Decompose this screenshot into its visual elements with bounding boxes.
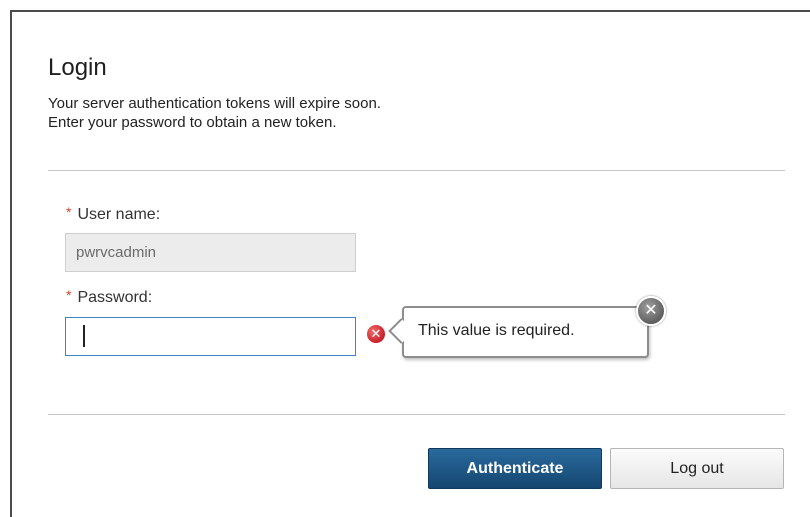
required-mark: * [66,287,72,303]
required-mark: * [66,204,72,220]
close-icon[interactable]: ✕ [636,296,666,326]
divider-top [48,170,785,171]
error-x-icon: ✕ [367,325,385,343]
divider-bottom [48,414,785,415]
validation-message: This value is required. [418,322,575,339]
dialog-message-line-1: Your server authentication tokens will e… [48,95,381,112]
dialog-border-left [10,10,12,517]
text-cursor [83,325,85,347]
dialog-title: Login [48,54,107,81]
dialog-border-top [10,10,810,12]
username-label-text: User name: [77,206,161,223]
password-field[interactable] [65,317,356,356]
username-field[interactable] [65,233,356,272]
dialog-message-line-2: Enter your password to obtain a new toke… [48,114,337,131]
authenticate-button[interactable]: Authenticate [428,448,602,489]
username-label: * User name: [66,204,161,224]
password-label-text: Password: [77,289,153,306]
password-label: * Password: [66,287,153,307]
logout-button[interactable]: Log out [610,448,784,489]
login-dialog: Login Your server authentication tokens … [0,0,810,517]
dialog-message: Your server authentication tokens will e… [48,94,381,132]
